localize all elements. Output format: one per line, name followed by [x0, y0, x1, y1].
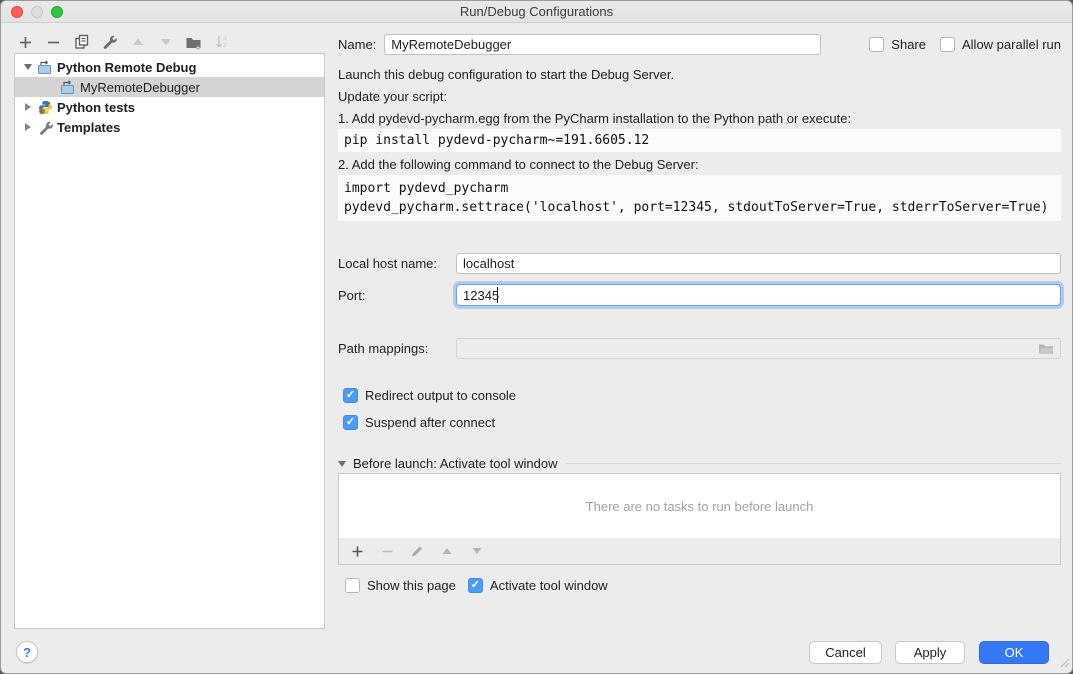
section-divider	[566, 463, 1061, 464]
tree-item-python-tests[interactable]: Python tests	[15, 97, 324, 117]
svg-text:z: z	[223, 42, 226, 49]
settrace-code-line1: import pydevd_pycharm	[344, 179, 1055, 198]
ok-button[interactable]: OK	[979, 641, 1049, 664]
apply-button[interactable]: Apply	[895, 641, 965, 664]
share-label: Share	[891, 37, 926, 52]
remote-debug-icon	[37, 60, 53, 75]
before-launch-title: Before launch: Activate tool window	[353, 456, 558, 471]
collapse-arrow-icon[interactable]	[22, 103, 33, 111]
configurations-tree: Python Remote Debug MyRemoteDebugger Pyt…	[14, 53, 325, 629]
share-checkbox[interactable]	[869, 37, 884, 52]
templates-wrench-icon	[37, 120, 53, 135]
tree-item-myremotedebugger[interactable]: MyRemoteDebugger	[15, 77, 324, 97]
python-tests-icon	[37, 100, 53, 115]
help-question-icon: ?	[23, 645, 31, 660]
tree-item-label: Python tests	[57, 100, 135, 115]
resize-grip[interactable]	[1059, 656, 1070, 671]
suspend-after-connect-label: Suspend after connect	[365, 415, 495, 430]
window-title: Run/Debug Configurations	[460, 4, 613, 19]
activate-tool-window-checkbox[interactable]	[468, 578, 483, 593]
settrace-code: import pydevd_pycharm pydevd_pycharm.set…	[338, 175, 1061, 221]
allow-parallel-run-checkbox[interactable]	[940, 37, 955, 52]
local-host-name-label: Local host name:	[338, 256, 456, 271]
close-window-button[interactable]	[11, 6, 23, 18]
show-this-page-checkbox[interactable]	[345, 578, 360, 593]
move-task-up-icon	[439, 543, 455, 559]
configurations-toolbar: az	[16, 32, 231, 52]
move-down-icon	[156, 33, 175, 51]
ok-button-label: OK	[1005, 645, 1024, 660]
traffic-lights	[11, 6, 63, 18]
new-folder-icon[interactable]	[184, 33, 203, 51]
empty-tasks-message: There are no tasks to run before launch	[586, 499, 814, 514]
redirect-output-label: Redirect output to console	[365, 388, 516, 403]
cancel-button[interactable]: Cancel	[809, 641, 882, 664]
tree-item-label: MyRemoteDebugger	[80, 80, 200, 95]
update-script-text: Update your script:	[338, 89, 1061, 104]
tree-item-label: Python Remote Debug	[57, 60, 196, 75]
add-task-icon[interactable]	[349, 543, 365, 559]
browse-folder-icon[interactable]	[1038, 342, 1054, 355]
show-this-page-label: Show this page	[367, 578, 456, 593]
tree-item-label: Templates	[57, 120, 120, 135]
add-configuration-icon[interactable]	[16, 33, 35, 51]
tree-item-templates[interactable]: Templates	[15, 117, 324, 137]
port-label: Port:	[338, 288, 456, 303]
help-button[interactable]: ?	[16, 641, 38, 663]
copy-configuration-icon[interactable]	[72, 33, 91, 51]
tree-item-python-remote-debug[interactable]: Python Remote Debug	[15, 57, 324, 77]
title-bar[interactable]: Run/Debug Configurations	[1, 1, 1072, 23]
port-input[interactable]	[456, 284, 1061, 306]
path-mappings-input	[456, 338, 1061, 359]
collapse-arrow-icon[interactable]	[22, 123, 33, 131]
name-label: Name:	[338, 37, 376, 52]
intro-text: Launch this debug configuration to start…	[338, 67, 1061, 82]
collapse-section-icon[interactable]	[338, 461, 346, 467]
zoom-window-button[interactable]	[51, 6, 63, 18]
activate-tool-window-label: Activate tool window	[490, 578, 608, 593]
suspend-after-connect-checkbox[interactable]	[343, 415, 358, 430]
redirect-output-checkbox[interactable]	[343, 388, 358, 403]
move-task-down-icon	[469, 543, 485, 559]
before-launch-tasks-list[interactable]: There are no tasks to run before launch	[338, 473, 1061, 539]
name-input[interactable]	[384, 34, 821, 55]
run-debug-configurations-dialog: Run/Debug Configurations az	[0, 0, 1073, 674]
settrace-code-line2: pydevd_pycharm.settrace('localhost', por…	[344, 198, 1055, 217]
path-mappings-label: Path mappings:	[338, 341, 456, 356]
before-launch-toolbar	[338, 538, 1061, 565]
svg-text:a: a	[223, 35, 227, 42]
minimize-window-button	[31, 6, 43, 18]
remove-task-icon	[379, 543, 395, 559]
step1-text: 1. Add pydevd-pycharm.egg from the PyCha…	[338, 111, 1061, 126]
sort-configurations-icon: az	[212, 33, 231, 51]
local-host-name-input[interactable]	[456, 253, 1061, 274]
expand-arrow-icon[interactable]	[22, 64, 33, 70]
remote-debug-icon	[60, 80, 76, 95]
text-caret	[497, 287, 498, 303]
move-up-icon	[128, 33, 147, 51]
edit-templates-icon[interactable]	[100, 33, 119, 51]
configuration-form: Name: Share Allow parallel run Launch th…	[338, 31, 1061, 621]
edit-task-icon	[409, 543, 425, 559]
allow-parallel-run-label: Allow parallel run	[962, 37, 1061, 52]
apply-button-label: Apply	[914, 645, 947, 660]
step2-text: 2. Add the following command to connect …	[338, 157, 1061, 172]
before-launch-section-header[interactable]: Before launch: Activate tool window	[338, 456, 1061, 471]
cancel-button-label: Cancel	[825, 645, 865, 660]
port-field-wrapper	[456, 284, 1061, 306]
remove-configuration-icon[interactable]	[44, 33, 63, 51]
pip-install-code: pip install pydevd-pycharm~=191.6605.12	[338, 129, 1061, 152]
